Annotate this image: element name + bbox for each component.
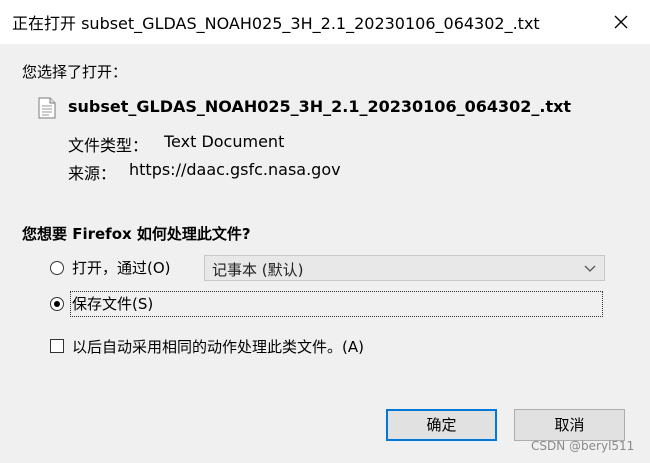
save-file-label[interactable]: 保存文件(S) xyxy=(72,293,153,314)
chevron-down-icon xyxy=(584,265,596,272)
open-with-app-value: 记事本 (默认) xyxy=(212,261,304,279)
file-source-label: 来源： xyxy=(68,164,117,183)
close-icon xyxy=(614,15,628,29)
remember-choice-label[interactable]: 以后自动采用相同的动作处理此类文件。(A) xyxy=(72,336,364,357)
close-button[interactable] xyxy=(606,8,636,36)
save-file-radio[interactable] xyxy=(50,297,64,311)
prompt-text: 您选择了打开： xyxy=(22,63,128,81)
file-name: subset_GLDAS_NOAH025_3H_2.1_20230106_064… xyxy=(68,97,572,116)
file-source-value: https://daac.gsfc.nasa.gov xyxy=(129,160,341,179)
file-source-row: 来源： https://daac.gsfc.nasa.gov xyxy=(68,160,341,184)
file-type-row: 文件类型： Text Document xyxy=(68,132,284,156)
text-file-icon xyxy=(38,97,56,119)
cancel-button[interactable]: 取消 xyxy=(514,409,625,441)
watermark: CSDN @beryl511 xyxy=(531,439,635,453)
handling-question: 您想要 Firefox 如何处理此文件? xyxy=(22,225,251,243)
file-type-value: Text Document xyxy=(164,132,285,151)
ok-button[interactable]: 确定 xyxy=(386,409,497,441)
open-with-app-select[interactable]: 记事本 (默认) xyxy=(204,255,605,281)
file-type-label: 文件类型： xyxy=(68,136,149,155)
open-with-radio[interactable] xyxy=(50,261,64,275)
remember-choice-checkbox[interactable] xyxy=(50,339,64,353)
open-with-label[interactable]: 打开，通过(O) xyxy=(72,257,171,278)
download-dialog: 正在打开 subset_GLDAS_NOAH025_3H_2.1_2023010… xyxy=(0,0,650,463)
title-bar: 正在打开 subset_GLDAS_NOAH025_3H_2.1_2023010… xyxy=(0,0,650,44)
window-title: 正在打开 subset_GLDAS_NOAH025_3H_2.1_2023010… xyxy=(12,14,540,33)
